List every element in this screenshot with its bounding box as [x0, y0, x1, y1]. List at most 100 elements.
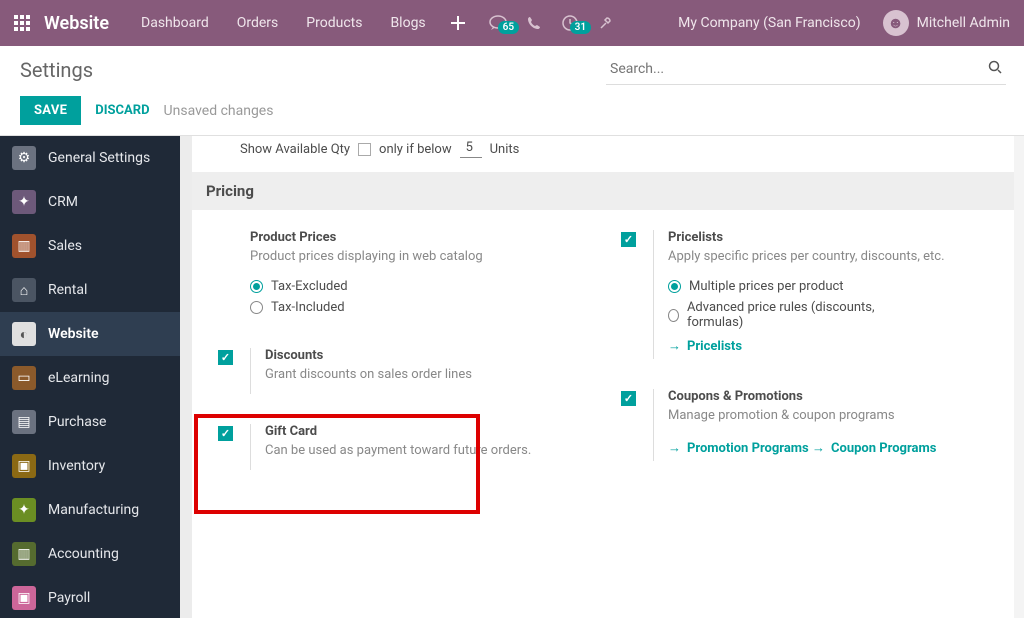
radio-tax-included[interactable]: Tax-Included	[250, 297, 593, 318]
giftcard-desc: Can be used as payment toward future ord…	[265, 443, 593, 458]
threshold-input[interactable]: 5	[460, 140, 482, 158]
coupons-desc: Manage promotion & coupon programs	[668, 408, 996, 423]
user-menu[interactable]: ☻ Mitchell Admin	[877, 10, 1024, 36]
show-available-qty-row: Show Available Qty only if below 5 Units	[214, 136, 996, 172]
activities-icon[interactable]: 31	[552, 15, 588, 31]
giftcard-title: Gift Card	[265, 424, 593, 439]
pricelists-link[interactable]: →Pricelists	[668, 333, 742, 359]
setting-pricelists: ✓ Pricelists Apply specific prices per c…	[617, 230, 996, 389]
sidebar-item-label: Payroll	[48, 590, 90, 606]
nav-orders[interactable]: Orders	[223, 0, 293, 46]
giftcard-checkbox[interactable]: ✓	[218, 426, 233, 441]
units-label: Units	[490, 142, 520, 157]
discounts-checkbox[interactable]: ✓	[218, 350, 233, 365]
radio-tax-excluded[interactable]: Tax-Excluded	[250, 276, 593, 297]
discounts-title: Discounts	[265, 348, 593, 363]
section-pricing: Pricing	[192, 172, 1014, 210]
handshake-icon: ✦	[12, 190, 36, 214]
sidebar-item-purchase[interactable]: ▤ Purchase	[0, 400, 180, 444]
box-icon: ▣	[12, 454, 36, 478]
pricelists-desc: Apply specific prices per country, disco…	[668, 249, 996, 264]
avatar: ☻	[883, 10, 909, 36]
nav-blogs[interactable]: Blogs	[376, 0, 439, 46]
only-if-below-label: only if below	[379, 142, 452, 157]
unsaved-indicator: Unsaved changes	[164, 103, 274, 119]
show-qty-label: Show Available Qty	[240, 142, 350, 157]
chart-line-icon: ▥	[12, 542, 36, 566]
apps-launcher-icon[interactable]	[0, 15, 44, 31]
search-icon[interactable]	[984, 60, 1006, 78]
show-qty-checkbox[interactable]	[358, 143, 371, 156]
search-box[interactable]	[606, 54, 1006, 85]
radio-icon	[250, 280, 263, 293]
app-brand[interactable]: Website	[44, 13, 127, 34]
setting-gift-card: ✓ Gift Card Can be used as payment towar…	[214, 424, 593, 500]
discounts-desc: Grant discounts on sales order lines	[265, 367, 593, 382]
sidebar-item-website[interactable]: ◐ Website	[0, 312, 180, 356]
content-wrap: Show Available Qty only if below 5 Units…	[180, 136, 1024, 618]
coupon-programs-link[interactable]: →Coupon Programs	[812, 435, 936, 461]
pricelists-title: Pricelists	[668, 230, 996, 245]
right-scrollbar[interactable]	[1014, 136, 1024, 618]
person-icon: ▣	[12, 586, 36, 610]
product-prices-title: Product Prices	[250, 230, 593, 245]
globe-icon: ◐	[12, 322, 36, 346]
user-name: Mitchell Admin	[917, 15, 1010, 31]
main: ⚙ General Settings ✦ CRM ▥ Sales ⌂ Rental ◐ W…	[0, 135, 1024, 618]
sidebar-item-manufacturing[interactable]: ✦ Manufacturing	[0, 488, 180, 532]
nav-products[interactable]: Products	[292, 0, 376, 46]
sidebar-item-sales[interactable]: ▥ Sales	[0, 224, 180, 268]
arrow-right-icon: →	[812, 440, 825, 456]
arrow-right-icon: →	[668, 440, 681, 456]
nav-dashboard[interactable]: Dashboard	[127, 0, 223, 46]
sidebar-item-payroll[interactable]: ▣ Payroll	[0, 576, 180, 618]
promotion-programs-link[interactable]: →Promotion Programs	[668, 435, 809, 461]
sidebar-item-elearning[interactable]: ▭eLearning	[0, 356, 180, 400]
sidebar-item-general[interactable]: ⚙ General Settings	[0, 136, 180, 180]
key-icon: ⌂	[12, 278, 36, 302]
radio-icon	[250, 301, 263, 314]
setting-coupons: ✓ Coupons & Promotions Manage promotion …	[617, 389, 996, 491]
tools-icon[interactable]	[588, 16, 624, 30]
sidebar-item-label: Manufacturing	[48, 502, 139, 518]
coupons-checkbox[interactable]: ✓	[621, 391, 636, 406]
sidebar-item-crm[interactable]: ✦ CRM	[0, 180, 180, 224]
sidebar-item-label: Inventory	[48, 458, 105, 474]
setting-product-prices: Product Prices Product prices displaying…	[214, 230, 593, 348]
sidebar-item-inventory[interactable]: ▣ Inventory	[0, 444, 180, 488]
coupons-title: Coupons & Promotions	[668, 389, 996, 404]
settings-sidebar: ⚙ General Settings ✦ CRM ▥ Sales ⌂ Rental ◐ W…	[0, 136, 180, 618]
sidebar-item-label: General Settings	[48, 150, 150, 166]
wrench-icon: ✦	[12, 498, 36, 522]
sidebar-item-label: CRM	[48, 194, 78, 210]
product-prices-desc: Product prices displaying in web catalog	[250, 249, 593, 264]
sidebar-item-accounting[interactable]: ▥Accounting	[0, 532, 180, 576]
sidebar-item-label: Sales	[48, 238, 82, 254]
left-scrollbar[interactable]	[180, 136, 192, 618]
sidebar-item-label: Purchase	[48, 414, 106, 430]
search-input[interactable]	[606, 54, 984, 84]
messages-icon[interactable]: 65	[480, 15, 516, 31]
radio-advanced-rules[interactable]: Advanced price rules (discounts, formula…	[668, 297, 888, 333]
discard-button[interactable]: DISCARD	[95, 103, 149, 118]
gear-icon: ⚙	[12, 146, 36, 170]
action-bar: SAVE DISCARD Unsaved changes	[0, 88, 1024, 135]
phone-icon[interactable]	[516, 16, 552, 30]
radio-multiple-prices[interactable]: Multiple prices per product	[668, 276, 848, 297]
save-button[interactable]: SAVE	[20, 96, 81, 125]
cart-icon: ▤	[12, 410, 36, 434]
top-nav: Website Dashboard Orders Products Blogs …	[0, 0, 1024, 46]
setting-discounts: ✓ Discounts Grant discounts on sales ord…	[214, 348, 593, 424]
settings-content: Show Available Qty only if below 5 Units…	[192, 136, 1014, 618]
radio-icon	[668, 280, 681, 293]
new-content-icon[interactable]	[440, 16, 476, 30]
sidebar-item-label: Rental	[48, 282, 87, 298]
radio-icon	[668, 309, 679, 322]
company-selector[interactable]: My Company (San Francisco)	[662, 15, 876, 31]
chart-icon: ▥	[12, 234, 36, 258]
sidebar-item-rental[interactable]: ⌂ Rental	[0, 268, 180, 312]
arrow-right-icon: →	[668, 338, 681, 354]
sidebar-item-label: Website	[48, 326, 99, 342]
pricelists-checkbox[interactable]: ✓	[621, 232, 636, 247]
book-icon: ▭	[12, 366, 36, 390]
